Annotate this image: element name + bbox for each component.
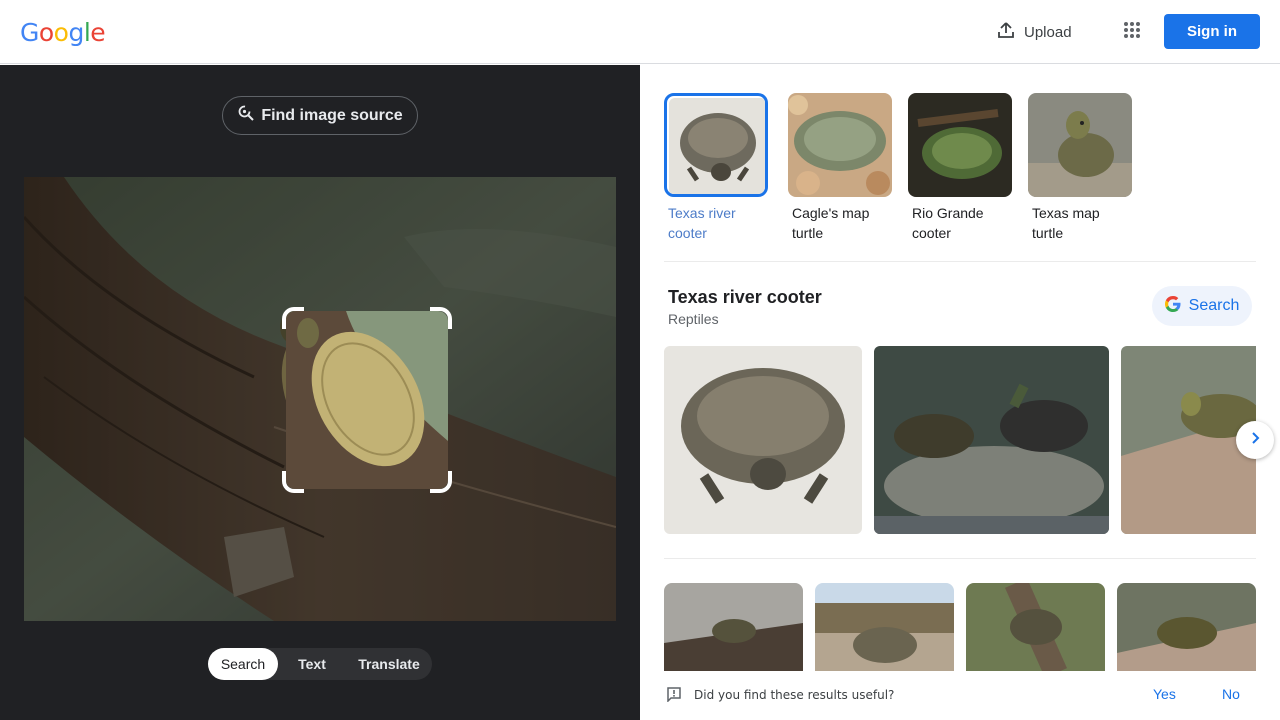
logo-letter: g	[68, 18, 84, 47]
results-panel: Texas river cooter Cagle's map turtle Ri…	[640, 65, 1280, 720]
feedback-icon	[666, 686, 682, 707]
knowledge-search-button[interactable]: Search	[1152, 286, 1252, 326]
find-image-source-button[interactable]: Find image source	[222, 96, 418, 135]
apps-grid-button[interactable]	[1114, 14, 1150, 50]
result-image[interactable]	[815, 583, 954, 673]
crop-corner-handle[interactable]	[430, 307, 452, 329]
knowledge-title[interactable]: Texas river cooter	[668, 287, 822, 308]
upload-label: Upload	[1024, 23, 1072, 41]
result-chip-texas-river-cooter[interactable]: Texas river cooter	[664, 93, 768, 243]
divider	[664, 558, 1256, 559]
mode-switcher: Search Text Translate	[208, 648, 432, 680]
result-chip-rio-grande-cooter[interactable]: Rio Grande cooter	[908, 93, 1012, 243]
crop-selection-box[interactable]	[282, 307, 452, 493]
sign-in-button[interactable]: Sign in	[1164, 14, 1260, 49]
google-g-icon	[1164, 295, 1181, 317]
chip-label: Texas river cooter	[668, 205, 736, 241]
divider	[664, 261, 1256, 262]
result-chip-texas-map-turtle[interactable]: Texas map turtle	[1028, 93, 1132, 243]
result-image[interactable]	[664, 583, 803, 673]
crop-clear-area	[286, 311, 448, 489]
chip-thumbnail	[788, 93, 892, 197]
chip-label: Rio Grande cooter	[912, 205, 984, 241]
logo-letter: G	[20, 18, 39, 47]
google-logo[interactable]: Google	[20, 18, 106, 47]
chip-label: Cagle's map turtle	[792, 205, 870, 241]
query-image-panel: Find image source Search Text Translate	[0, 65, 640, 720]
lens-search-icon	[237, 104, 255, 127]
mode-search-tab[interactable]: Search	[208, 648, 278, 680]
top-bar: Google Upload Sign in	[0, 0, 1280, 64]
knowledge-subtitle: Reptiles	[668, 311, 719, 327]
logo-letter: e	[90, 18, 106, 47]
chip-thumbnail	[664, 93, 768, 197]
result-image[interactable]	[1117, 583, 1256, 673]
find-image-source-label: Find image source	[261, 106, 403, 124]
result-chip-cagles-map-turtle[interactable]: Cagle's map turtle	[788, 93, 892, 243]
knowledge-search-label: Search	[1188, 297, 1240, 314]
result-image[interactable]	[966, 583, 1105, 673]
chevron-right-icon	[1248, 431, 1262, 450]
result-image[interactable]	[664, 346, 862, 534]
logo-letter: o	[38, 18, 54, 47]
chip-thumbnail	[1028, 93, 1132, 197]
chip-thumbnail	[908, 93, 1012, 197]
upload-button[interactable]: Upload	[986, 14, 1082, 50]
crop-corner-handle[interactable]	[430, 471, 452, 493]
crop-corner-handle[interactable]	[282, 307, 304, 329]
mode-text-tab[interactable]: Text	[278, 648, 346, 680]
mode-translate-tab[interactable]: Translate	[346, 648, 432, 680]
chip-label: Texas map turtle	[1032, 205, 1100, 241]
apps-grid-icon	[1123, 21, 1141, 44]
result-image[interactable]	[874, 346, 1109, 534]
crop-corner-handle[interactable]	[282, 471, 304, 493]
feedback-no-button[interactable]: No	[1222, 686, 1240, 702]
logo-letter: o	[53, 18, 69, 47]
feedback-bar: Did you find these results useful? Yes N…	[640, 671, 1280, 720]
carousel-next-button[interactable]	[1236, 421, 1274, 459]
feedback-yes-button[interactable]: Yes	[1153, 686, 1176, 702]
upload-icon	[996, 20, 1016, 44]
query-photo	[24, 177, 616, 621]
feedback-question: Did you find these results useful?	[694, 688, 895, 702]
